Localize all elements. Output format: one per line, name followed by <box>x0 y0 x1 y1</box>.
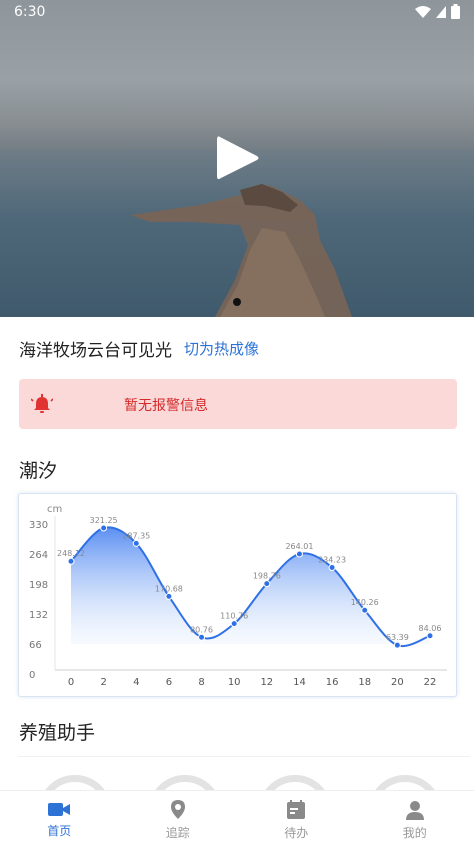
person-icon <box>405 801 424 820</box>
alarm-bell-icon <box>31 394 53 413</box>
tide-data-point[interactable] <box>426 632 434 640</box>
carousel-indicator-dot <box>233 298 241 306</box>
x-tick-label: 12 <box>260 677 273 688</box>
nav-label-mine: 我的 <box>402 826 427 840</box>
switch-thermal-link[interactable]: 切为热成像 <box>184 338 259 359</box>
battery-icon <box>451 4 460 19</box>
tide-data-label: 80.76 <box>190 625 213 634</box>
status-bar: 6:30 <box>0 0 474 26</box>
alarm-banner: 暂无报警信息 <box>19 379 457 429</box>
video-player[interactable]: 6:30 <box>0 0 474 317</box>
x-tick-label: 14 <box>293 677 306 688</box>
x-tick-label: 20 <box>391 677 404 688</box>
tide-data-point[interactable] <box>295 550 303 558</box>
tide-data-label: 287.35 <box>122 531 150 540</box>
tide-data-point[interactable] <box>393 641 401 649</box>
y-axis-unit: cm <box>47 504 62 515</box>
tide-data-point[interactable] <box>67 557 75 565</box>
x-tick-label: 0 <box>68 677 74 688</box>
x-tick-label: 10 <box>228 677 241 688</box>
tide-data-label: 264.01 <box>285 542 313 551</box>
y-tick-label: 132 <box>29 610 48 621</box>
tide-data-point[interactable] <box>230 620 238 628</box>
nav-label-home: 首页 <box>47 824 72 838</box>
tide-data-label: 248.12 <box>57 549 85 558</box>
x-tick-label: 6 <box>166 677 172 688</box>
camera-title: 海洋牧场云台可见光 <box>19 340 172 361</box>
play-icon[interactable] <box>214 134 260 182</box>
y-tick-label: 0 <box>29 670 35 681</box>
y-tick-label: 330 <box>29 520 48 531</box>
tide-data-label: 63.39 <box>386 633 409 642</box>
x-tick-label: 18 <box>358 677 371 688</box>
signal-icon <box>436 5 446 18</box>
status-icons <box>415 4 460 19</box>
tide-section-title: 潮汐 <box>19 460 58 482</box>
nav-item-home[interactable]: 首页 <box>0 791 119 844</box>
tide-data-point[interactable] <box>328 564 336 572</box>
wifi-icon <box>415 5 431 18</box>
alarm-message: 暂无报警信息 <box>124 398 208 414</box>
tide-chart-svg: cm 0 66 132 198 264 330 0 2 4 6 8 10 12 14 16 18 20 22 2… <box>29 504 447 688</box>
tide-data-point[interactable] <box>198 633 206 641</box>
status-time: 6:30 <box>14 4 46 20</box>
tide-data-label: 110.76 <box>220 612 248 621</box>
x-tick-label: 22 <box>424 677 437 688</box>
nav-item-tracking[interactable]: 追踪 <box>119 791 238 844</box>
nav-label-tracking: 追踪 <box>165 826 190 840</box>
tide-chart: cm 0 66 132 198 264 330 0 2 4 6 8 10 12 14 16 18 20 22 2… <box>18 493 457 697</box>
nav-item-mine[interactable]: 我的 <box>356 791 474 844</box>
tide-data-point[interactable] <box>263 580 271 588</box>
y-tick-label: 66 <box>29 640 42 651</box>
bottom-navigation: 首页 追踪 待办 我的 <box>0 790 474 844</box>
tide-data-label: 321.25 <box>90 516 118 525</box>
location-pin-icon <box>170 800 185 819</box>
tide-data-label: 84.06 <box>419 624 442 633</box>
nav-item-todo[interactable]: 待办 <box>237 791 356 844</box>
assistant-section-title: 养殖助手 <box>19 722 96 744</box>
x-tick-label: 4 <box>133 677 139 688</box>
tide-data-label: 170.68 <box>155 584 183 593</box>
calendar-todo-icon <box>287 800 306 819</box>
tide-area <box>71 527 430 647</box>
x-tick-label: 16 <box>326 677 339 688</box>
tide-data-label: 234.23 <box>318 556 346 565</box>
tide-data-point[interactable] <box>132 539 140 547</box>
x-tick-label: 8 <box>198 677 204 688</box>
tide-data-label: 140.26 <box>351 598 379 607</box>
tide-data-point[interactable] <box>165 592 173 600</box>
tide-data-label: 198.76 <box>253 572 281 581</box>
video-camera-icon <box>48 803 71 816</box>
tide-data-point[interactable] <box>100 524 108 532</box>
x-tick-label: 2 <box>100 677 106 688</box>
y-tick-label: 264 <box>29 550 48 561</box>
tide-data-point[interactable] <box>361 606 369 614</box>
nav-label-todo: 待办 <box>284 826 309 840</box>
camera-title-row: 海洋牧场云台可见光 切为热成像 <box>19 336 259 361</box>
y-tick-label: 198 <box>29 580 48 591</box>
